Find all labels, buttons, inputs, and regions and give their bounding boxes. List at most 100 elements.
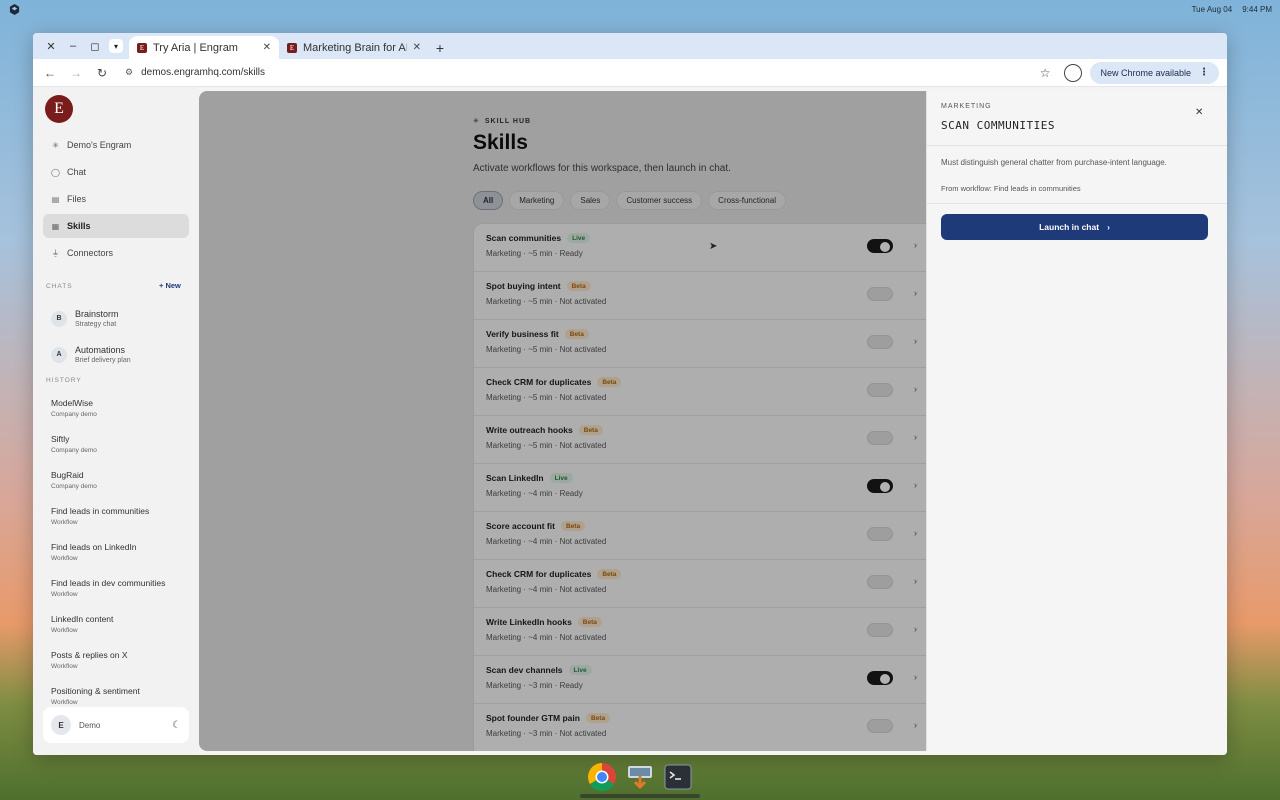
history-title: BugRaid (51, 470, 84, 480)
filter-sales[interactable]: Sales (570, 191, 611, 210)
history-item[interactable]: ModelWise Company demo (51, 398, 191, 418)
sidebar-item-label: Files (67, 194, 87, 204)
new-tab-icon[interactable]: + (429, 36, 451, 59)
chevron-right-icon[interactable]: › (914, 288, 917, 298)
chat-item-automations[interactable]: A Automations Brief delivery plan (51, 345, 181, 364)
skill-toggle[interactable] (867, 575, 893, 589)
skill-row[interactable]: Score account fit Beta Marketing · ~4 min… (474, 512, 926, 560)
skill-hub-eyebrow: ✳ SKILL HUB (473, 117, 532, 126)
more-menu-icon[interactable]: ⋮ (1199, 67, 1209, 78)
reload-icon[interactable]: ↻ (93, 64, 111, 82)
site-info-icon[interactable]: ⚙ (125, 67, 133, 78)
skill-row[interactable]: Spot founder GTM pain Beta Marketing · ~3… (474, 704, 926, 751)
bookmark-star-icon[interactable]: ☆ (1040, 66, 1051, 80)
skill-row[interactable]: Check CRM for duplicates Beta Marketing ·… (474, 560, 926, 608)
skill-row[interactable]: Scan dev channels Live Marketing · ~3 min… (474, 656, 926, 704)
installer-app-icon[interactable] (625, 762, 655, 792)
engram-logo[interactable]: E (45, 95, 73, 123)
tab-try-aria[interactable]: E Try Aria | Engram ✕ (129, 36, 279, 59)
taskbar (579, 758, 701, 796)
chat-item-brainstorm[interactable]: B Brainstorm Strategy chat (51, 309, 181, 328)
minimize-window-icon[interactable]: – (65, 38, 81, 54)
skill-toggle[interactable] (867, 623, 893, 637)
skill-row[interactable]: Verify business fit Beta Marketing · ~5 m… (474, 320, 926, 368)
history-item[interactable]: Posts & replies on X Workflow (51, 650, 191, 670)
history-item[interactable]: Siftly Company demo (51, 434, 191, 454)
history-item[interactable]: Find leads in dev communities Workflow (51, 578, 191, 598)
history-item[interactable]: Find leads in communities Workflow (51, 506, 191, 526)
skill-meta: Marketing · ~5 min · Not activated (486, 297, 607, 306)
launch-in-chat-button[interactable]: Launch in chat › (941, 214, 1208, 240)
skill-row[interactable]: Write LinkedIn hooks Beta Marketing · ~4 … (474, 608, 926, 656)
sidebar-item-chat[interactable]: ◯ Chat (43, 160, 189, 184)
chevron-right-icon[interactable]: › (914, 432, 917, 442)
skill-row[interactable]: Write outreach hooks Beta Marketing · ~5 … (474, 416, 926, 464)
chevron-right-icon[interactable]: › (914, 240, 917, 250)
os-logo-icon[interactable] (8, 3, 20, 15)
chevron-right-icon[interactable]: › (914, 720, 917, 730)
history-item[interactable]: BugRaid Company demo (51, 470, 191, 490)
dark-mode-moon-icon[interactable]: ☾ (172, 720, 181, 731)
address-bar[interactable]: ⚙ demos.engramhq.com/skills ☆ (119, 62, 1056, 84)
avatar: A (51, 346, 67, 363)
forward-arrow-icon[interactable]: → (67, 64, 85, 82)
url-text[interactable]: demos.engramhq.com/skills (141, 67, 1032, 78)
taskbar-indicator (580, 794, 700, 798)
skill-toggle[interactable] (867, 239, 893, 253)
close-window-icon[interactable]: ✕ (43, 38, 59, 54)
tab-search-icon[interactable]: ▾ (109, 39, 123, 53)
status-badge: Live (568, 665, 592, 675)
skill-row[interactable]: Scan LinkedIn Live Marketing · ~4 min · R… (474, 464, 926, 512)
history-subtitle: Company demo (51, 483, 97, 490)
filter-all[interactable]: All (473, 191, 504, 210)
chevron-right-icon[interactable]: › (914, 624, 917, 634)
filter-cross-functional[interactable]: Cross-functional (708, 191, 786, 210)
history-item[interactable]: Find leads on LinkedIn Workflow (51, 542, 191, 562)
history-item[interactable]: Positioning & sentiment Workflow (51, 686, 191, 706)
chevron-right-icon[interactable]: › (914, 384, 917, 394)
sidebar-item-connectors[interactable]: ⏚ Connectors (43, 241, 189, 265)
status-badge: Live (549, 473, 573, 483)
tab-marketing-brain[interactable]: E Marketing Brain for AI N ✕ (279, 36, 429, 59)
skill-toggle[interactable] (867, 383, 893, 397)
skill-toggle[interactable] (867, 431, 893, 445)
sidebar: E ✳ Demo's Engram ◯ Chat ▤ Files ▦ Skill… (33, 87, 199, 755)
skill-toggle[interactable] (867, 287, 893, 301)
skill-toggle[interactable] (867, 479, 893, 493)
history-subtitle: Workflow (51, 519, 78, 526)
terminal-icon[interactable] (663, 762, 693, 792)
history-item[interactable]: LinkedIn content Workflow (51, 614, 191, 634)
chrome-icon[interactable] (587, 762, 617, 792)
chevron-right-icon[interactable]: › (914, 336, 917, 346)
close-tab-icon[interactable]: ✕ (413, 42, 421, 53)
skill-toggle[interactable] (867, 719, 893, 733)
chevron-right-icon[interactable]: › (914, 480, 917, 490)
history-title: Siftly (51, 434, 70, 444)
eyebrow-label: SKILL HUB (484, 117, 532, 125)
sidebar-item-files[interactable]: ▤ Files (43, 187, 189, 211)
chevron-right-icon[interactable]: › (914, 528, 917, 538)
maximize-window-icon[interactable]: ◻ (87, 38, 103, 54)
profile-icon[interactable] (1064, 63, 1083, 82)
chevron-right-icon[interactable]: › (914, 672, 917, 682)
skill-toggle[interactable] (867, 527, 893, 541)
skill-row[interactable]: Check CRM for duplicates Beta Marketing ·… (474, 368, 926, 416)
sidebar-item-demos-engram[interactable]: ✳ Demo's Engram (43, 133, 189, 157)
user-card[interactable]: E Demo ☾ (43, 707, 189, 743)
filter-customer-success[interactable]: Customer success (616, 191, 703, 210)
back-arrow-icon[interactable]: ← (41, 64, 59, 82)
skill-toggle[interactable] (867, 335, 893, 349)
new-chrome-button[interactable]: New Chrome available ⋮ (1090, 61, 1219, 84)
chevron-right-icon[interactable]: › (914, 576, 917, 586)
close-tab-icon[interactable]: ✕ (263, 42, 271, 53)
filter-marketing[interactable]: Marketing (509, 191, 565, 210)
skill-row[interactable]: Scan communities Live Marketing · ~5 min … (474, 224, 926, 272)
history-subtitle: Company demo (51, 447, 97, 454)
new-chat-button[interactable]: + New (159, 281, 181, 290)
close-icon[interactable]: ✕ (1195, 107, 1203, 118)
skill-meta: Marketing · ~4 min · Not activated (486, 585, 607, 594)
sidebar-item-skills[interactable]: ▦ Skills (43, 214, 189, 238)
skill-toggle[interactable] (867, 671, 893, 685)
skill-meta: Marketing · ~5 min · Not activated (486, 345, 607, 354)
skill-row[interactable]: Spot buying intent Beta Marketing · ~5 mi… (474, 272, 926, 320)
